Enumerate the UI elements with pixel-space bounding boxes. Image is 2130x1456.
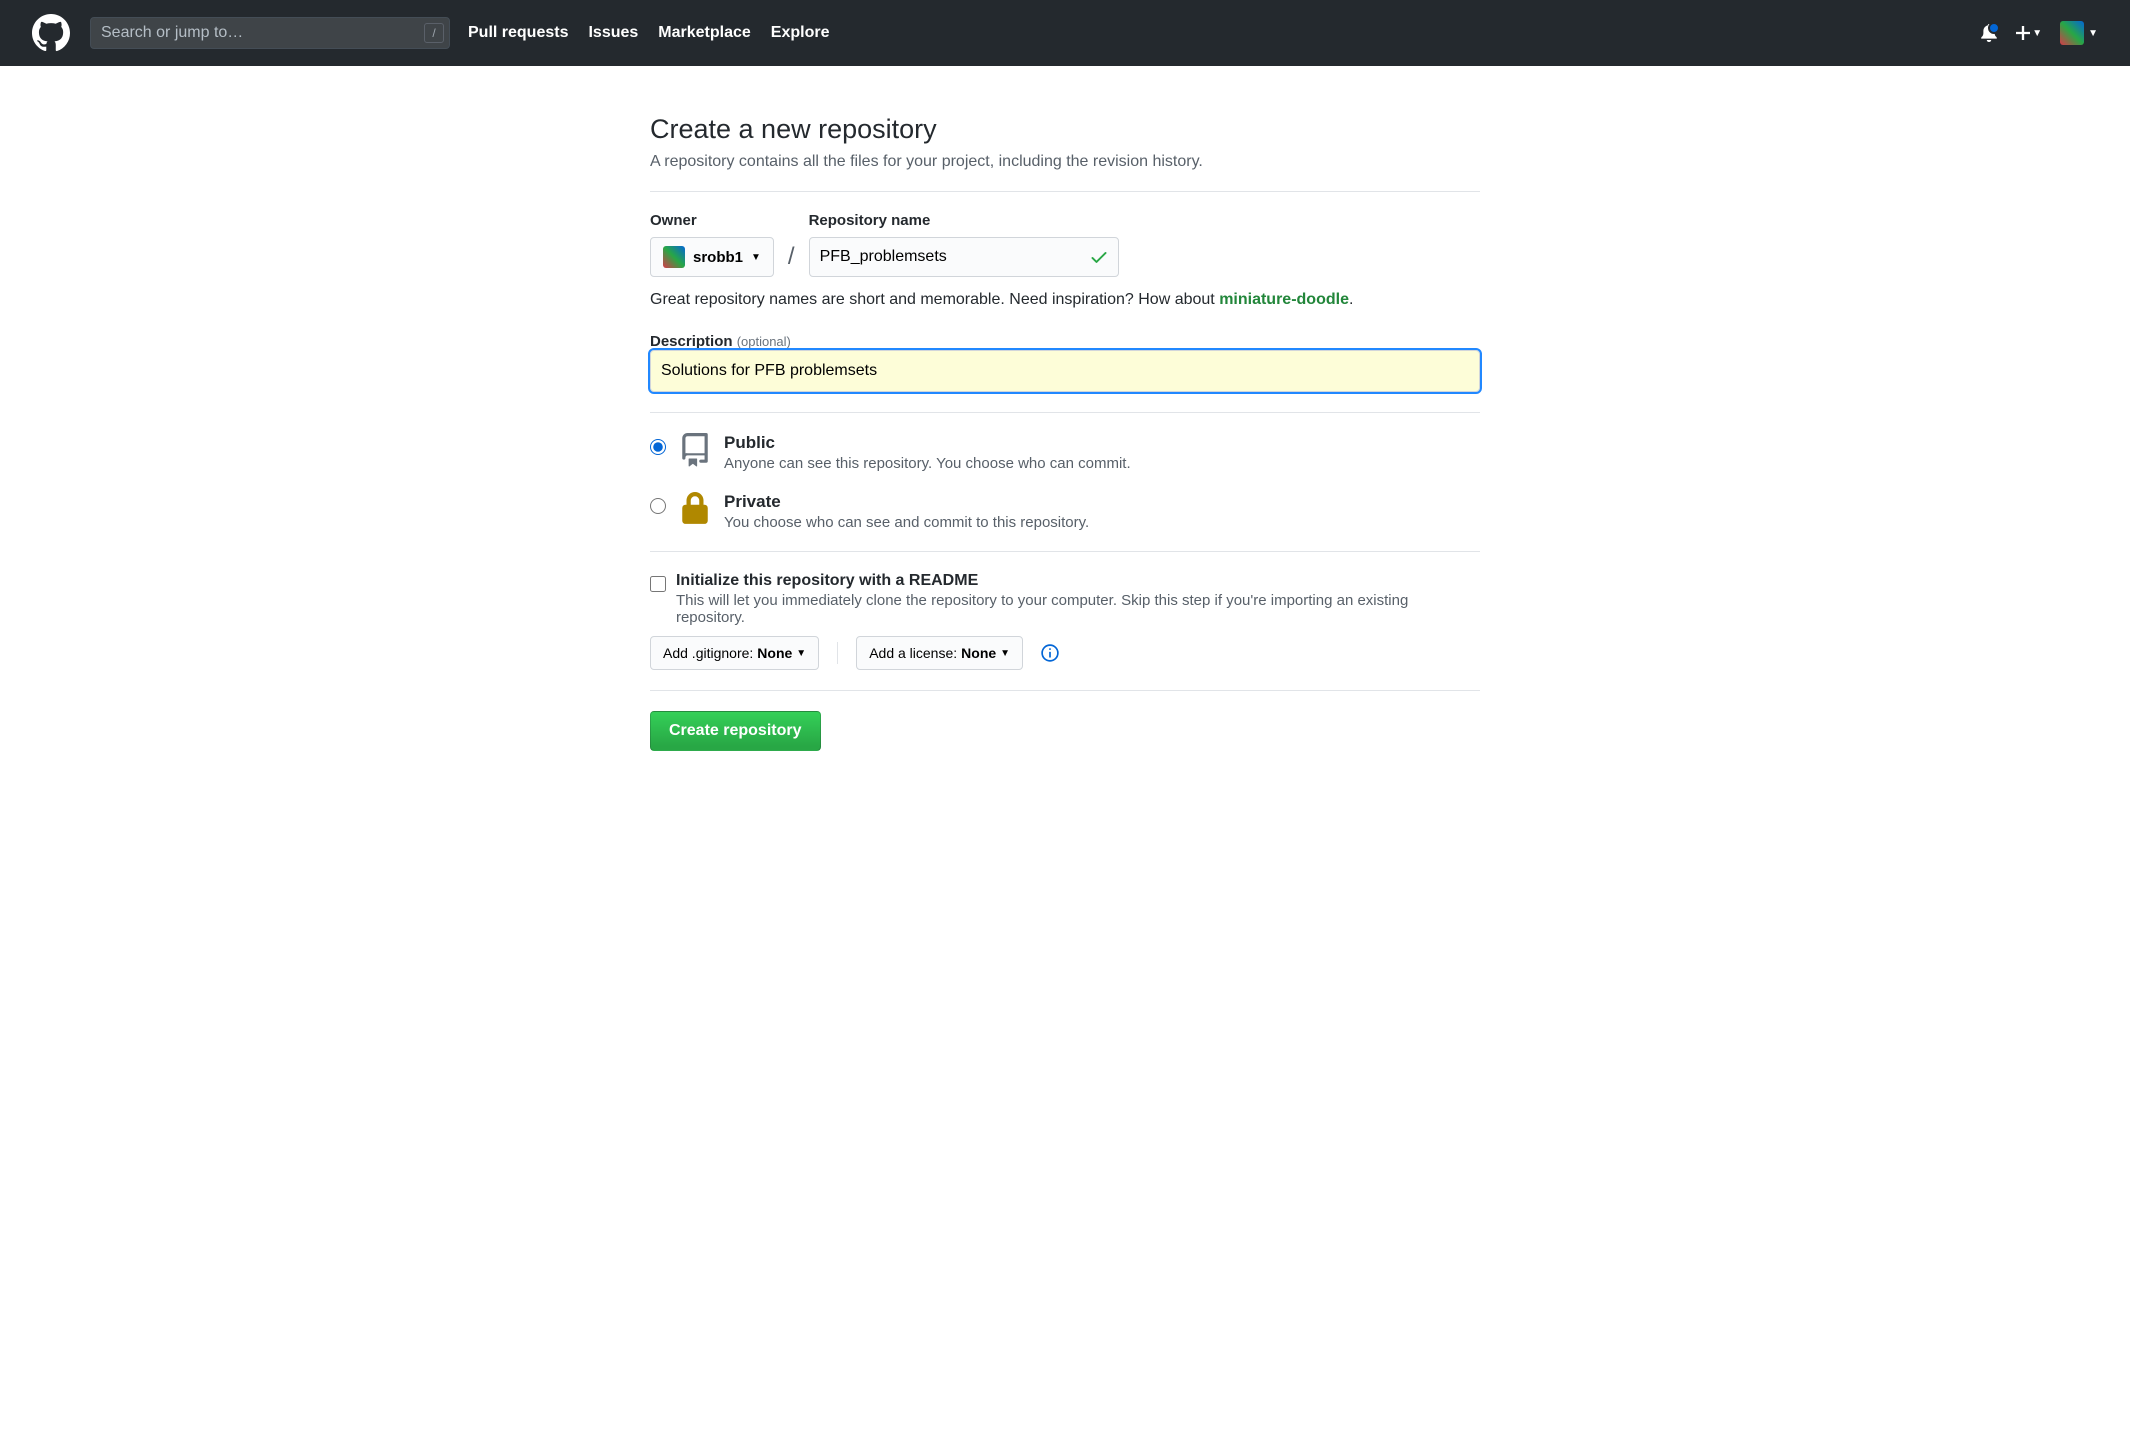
caret-down-icon: ▼ [751,252,761,263]
description-label: Description (optional) [650,333,791,350]
header-right: ▼ ▼ [1980,21,2098,45]
extras-row: Add .gitignore: None ▼ Add a license: No… [650,636,1480,670]
primary-nav: Pull requests Issues Marketplace Explore [468,24,829,42]
reponame-label: Repository name [809,212,1119,229]
caret-down-icon: ▼ [2088,28,2098,39]
readme-checkbox[interactable] [650,576,666,592]
search-hotkey-badge: / [424,23,444,43]
global-header: / Pull requests Issues Marketplace Explo… [0,0,2130,66]
nav-issues[interactable]: Issues [588,24,638,42]
notifications-button[interactable] [1980,24,1998,42]
repo-icon [678,433,712,467]
avatar [2060,21,2084,45]
create-new-menu[interactable]: ▼ [2016,26,2042,40]
nav-marketplace[interactable]: Marketplace [658,24,751,42]
readme-desc: This will let you immediately clone the … [676,592,1480,626]
nav-explore[interactable]: Explore [771,24,830,42]
gitignore-select[interactable]: Add .gitignore: None ▼ [650,636,819,670]
slash-separator: / [784,243,799,277]
divider [650,191,1480,192]
owner-label: Owner [650,212,774,229]
notification-dot [1988,22,2000,34]
owner-select[interactable]: srobb1 ▼ [650,237,774,277]
visibility-private-row: Private You choose who can see and commi… [650,492,1480,531]
license-select[interactable]: Add a license: None ▼ [856,636,1023,670]
search-input[interactable] [90,17,450,49]
separator [837,642,838,664]
readme-title: Initialize this repository with a README [676,572,1480,590]
caret-down-icon: ▼ [2032,28,2042,39]
caret-down-icon: ▼ [796,648,806,659]
owner-value: srobb1 [693,249,743,266]
reponame-hint: Great repository names are short and mem… [650,291,1480,309]
nav-pull-requests[interactable]: Pull requests [468,24,568,42]
owner-avatar [663,246,685,268]
check-icon [1089,247,1109,267]
page-title: Create a new repository [650,114,1480,145]
reponame-input[interactable] [809,237,1119,277]
lock-icon [678,492,712,526]
description-input[interactable] [650,350,1480,392]
divider [650,551,1480,552]
divider [650,412,1480,413]
suggested-name[interactable]: miniature-doodle [1219,291,1349,308]
caret-down-icon: ▼ [1000,648,1010,659]
owner-repo-row: Owner srobb1 ▼ / Repository name [650,212,1480,277]
page-subtitle: A repository contains all the files for … [650,153,1480,171]
divider [650,690,1480,691]
search-wrap: / [90,17,450,49]
visibility-public-row: Public Anyone can see this repository. Y… [650,433,1480,472]
public-title: Public [724,433,1131,453]
private-title: Private [724,492,1089,512]
public-desc: Anyone can see this repository. You choo… [724,455,1131,472]
visibility-private-radio[interactable] [650,498,666,514]
plus-icon [2016,26,2030,40]
user-menu[interactable]: ▼ [2060,21,2098,45]
private-desc: You choose who can see and commit to thi… [724,514,1089,531]
visibility-public-radio[interactable] [650,439,666,455]
readme-row: Initialize this repository with a README… [650,572,1480,626]
github-logo-icon[interactable] [32,14,70,52]
create-repository-button[interactable]: Create repository [650,711,821,751]
info-icon[interactable] [1041,644,1059,662]
main-content: Create a new repository A repository con… [630,66,1500,799]
